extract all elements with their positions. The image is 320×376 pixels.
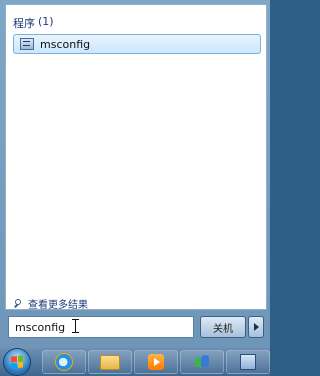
taskbar-item-libraries[interactable] <box>88 350 132 374</box>
people-icon <box>194 354 210 370</box>
shutdown-options-button[interactable] <box>248 316 264 338</box>
result-item-label: msconfig <box>40 37 91 51</box>
search-input[interactable] <box>8 316 194 338</box>
taskbar <box>0 348 270 376</box>
taskbar-item-people[interactable] <box>180 350 224 374</box>
taskbar-item-media-player[interactable] <box>134 350 178 374</box>
group-header-label: 程序 <box>13 17 35 30</box>
see-more-results-link[interactable]: 查看更多结果 <box>14 296 88 311</box>
chevron-right-icon <box>253 323 259 331</box>
taskbar-item-window[interactable] <box>226 350 270 374</box>
shutdown-button[interactable]: 关机 <box>200 316 246 338</box>
group-header-count: (1) <box>38 15 54 28</box>
search-icon <box>14 298 24 309</box>
window-icon <box>240 354 256 370</box>
windows-logo-icon <box>11 355 23 369</box>
result-item-msconfig[interactable]: msconfig <box>13 34 261 54</box>
see-more-results-label: 查看更多结果 <box>28 300 88 311</box>
start-button[interactable] <box>4 349 30 375</box>
shutdown-button-label: 关机 <box>213 323 233 335</box>
ie-icon <box>56 354 72 370</box>
search-results-panel: 程序 (1) msconfig 查看更多结果 <box>5 4 267 311</box>
start-menu: 程序 (1) msconfig 查看更多结果 关机 <box>0 0 270 348</box>
folder-icon <box>100 354 120 370</box>
msconfig-app-icon <box>20 38 34 50</box>
search-row: 关机 <box>6 316 264 338</box>
group-header-programs: 程序 (1) <box>13 15 54 31</box>
taskbar-item-internet-explorer[interactable] <box>42 350 86 374</box>
text-cursor-icon <box>72 319 80 333</box>
play-icon <box>148 354 164 370</box>
